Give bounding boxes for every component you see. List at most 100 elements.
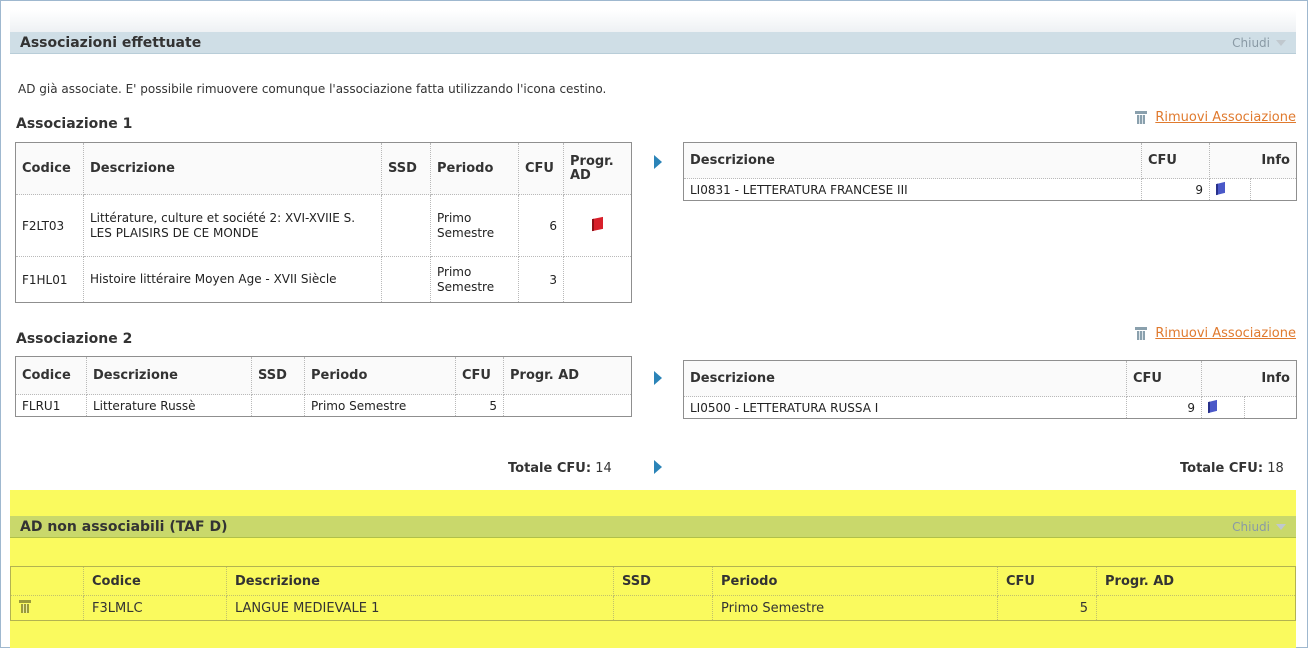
cell-codice: F3LMLC [83, 595, 227, 621]
book-icon[interactable] [1208, 399, 1217, 413]
cell-progr [563, 256, 632, 303]
top-band [10, 10, 1296, 32]
cell-descrizione: LI0831 - LETTERATURA FRANCESE III [683, 178, 1142, 201]
cell-info [1200, 396, 1246, 419]
close-section-button[interactable]: Chiudi [1232, 520, 1286, 534]
col-codice: Codice [15, 356, 87, 395]
assoc-1-title: Associazione 1 [16, 116, 133, 132]
cell-descrizione: LANGUE MEDIEVALE 1 [226, 595, 614, 621]
cell-codice: F1HL01 [15, 256, 84, 303]
table-row: F3LMLC LANGUE MEDIEVALE 1 Primo Semestre… [10, 595, 1296, 621]
intro-text: AD già associate. E' possibile rimuovere… [18, 82, 607, 96]
section-title: Associazioni effettuate [20, 34, 202, 51]
assoc-2-right-table: Descrizione CFU Info LI0500 - LETTERATUR… [683, 360, 1297, 419]
ad-non-associabili-table: Codice Descrizione SSD Periodo CFU Progr… [10, 566, 1296, 621]
totale-label: Totale CFU: [1180, 461, 1264, 476]
cell-empty [1250, 178, 1297, 201]
col-periodo: Periodo [304, 356, 456, 395]
cell-cfu: 5 [455, 394, 504, 417]
assoc-1-left-table: Codice Descrizione SSD Periodo CFU Progr… [15, 142, 632, 303]
col-descrizione: Descrizione [683, 142, 1142, 179]
remove-label: Rimuovi Associazione [1155, 326, 1296, 341]
col-codice: Codice [15, 142, 84, 195]
section-associazioni-bar: Associazioni effettuate Chiudi [10, 32, 1296, 54]
cell-cfu: 5 [997, 595, 1097, 621]
book-icon[interactable] [1216, 181, 1225, 195]
close-label: Chiudi [1232, 35, 1270, 50]
section-title: AD non associabili (TAF D) [20, 518, 228, 535]
cell-cfu: 9 [1141, 178, 1210, 201]
cell-action [10, 595, 84, 621]
col-ssd: SSD [381, 142, 431, 195]
col-progr: Progr. AD [1096, 566, 1296, 596]
cell-cfu: 3 [518, 256, 564, 303]
col-descrizione: Descrizione [83, 142, 382, 195]
assoc-1-right-table: Descrizione CFU Info LI0831 - LETTERATUR… [683, 142, 1297, 201]
section-non-associabili-bar: AD non associabili (TAF D) Chiudi [10, 516, 1296, 538]
table-row: F1HL01 Histoire littéraire Moyen Age - X… [15, 256, 632, 303]
table-row: LI0500 - LETTERATURA RUSSA I 9 [683, 396, 1297, 419]
cell-cfu: 6 [518, 194, 564, 257]
cell-periodo: Primo Semestre [712, 595, 998, 621]
totale-value: 18 [1267, 461, 1284, 476]
assoc-2-title: Associazione 2 [16, 331, 133, 347]
cell-progr [1096, 595, 1296, 621]
col-ssd: SSD [613, 566, 713, 596]
col-cfu: CFU [518, 142, 564, 195]
col-progr: Progr. AD [503, 356, 632, 395]
arrow-right-icon [654, 155, 662, 169]
cell-ssd [613, 595, 713, 621]
cell-progr [503, 394, 632, 417]
col-progr: Progr. AD [563, 142, 632, 195]
close-label: Chiudi [1232, 519, 1270, 534]
remove-association-1-button[interactable]: Rimuovi Associazione [1135, 110, 1296, 125]
cell-descrizione: Littérature, culture et société 2: XVI-X… [83, 194, 382, 257]
cell-codice: FLRU1 [15, 394, 87, 417]
table-row: F2LT03 Littérature, culture et société 2… [15, 194, 632, 257]
col-info: Info [1209, 142, 1297, 179]
remove-association-2-button[interactable]: Rimuovi Associazione [1135, 326, 1296, 341]
trash-icon[interactable] [19, 599, 31, 613]
col-action [10, 566, 84, 596]
remove-label: Rimuovi Associazione [1155, 110, 1296, 125]
cell-codice: F2LT03 [15, 194, 84, 257]
cell-descrizione: Litterature Russè [86, 394, 252, 417]
col-descrizione: Descrizione [86, 356, 252, 395]
close-section-button[interactable]: Chiudi [1232, 36, 1286, 50]
col-info: Info [1201, 360, 1297, 397]
table-row: FLRU1 Litterature Russè Primo Semestre 5 [15, 394, 632, 417]
col-cfu: CFU [1126, 360, 1202, 397]
col-periodo: Periodo [430, 142, 519, 195]
col-descrizione: Descrizione [226, 566, 614, 596]
cell-progr [563, 194, 632, 257]
yellow-strip [10, 538, 1296, 566]
cell-periodo: Primo Semestre [430, 194, 519, 257]
table-row: LI0831 - LETTERATURA FRANCESE III 9 [683, 178, 1297, 201]
totale-cfu-left: Totale CFU: 14 [508, 461, 612, 476]
trash-icon [1135, 327, 1148, 340]
totale-value: 14 [595, 461, 612, 476]
cell-ssd [251, 394, 305, 417]
col-cfu: CFU [997, 566, 1097, 596]
col-ssd: SSD [251, 356, 305, 395]
totale-label: Totale CFU: [508, 461, 592, 476]
col-descrizione: Descrizione [683, 360, 1127, 397]
totale-cfu-right: Totale CFU: 18 [1180, 461, 1284, 476]
cell-ssd [381, 256, 431, 303]
col-periodo: Periodo [712, 566, 998, 596]
cell-empty [1244, 396, 1297, 419]
assoc-2-left-table: Codice Descrizione SSD Periodo CFU Progr… [15, 356, 632, 417]
col-cfu: CFU [455, 356, 504, 395]
cell-periodo: Primo Semestre [304, 394, 456, 417]
col-codice: Codice [83, 566, 227, 596]
col-cfu: CFU [1141, 142, 1210, 179]
arrow-right-icon [654, 371, 662, 385]
cell-cfu: 9 [1126, 396, 1202, 419]
cell-info [1208, 178, 1252, 201]
book-icon[interactable] [592, 216, 603, 232]
trash-icon [1135, 111, 1148, 124]
cell-descrizione: Histoire littéraire Moyen Age - XVII Siè… [83, 256, 382, 303]
cell-ssd [381, 194, 431, 257]
arrow-right-icon [654, 460, 662, 474]
cell-periodo: Primo Semestre [430, 256, 519, 303]
